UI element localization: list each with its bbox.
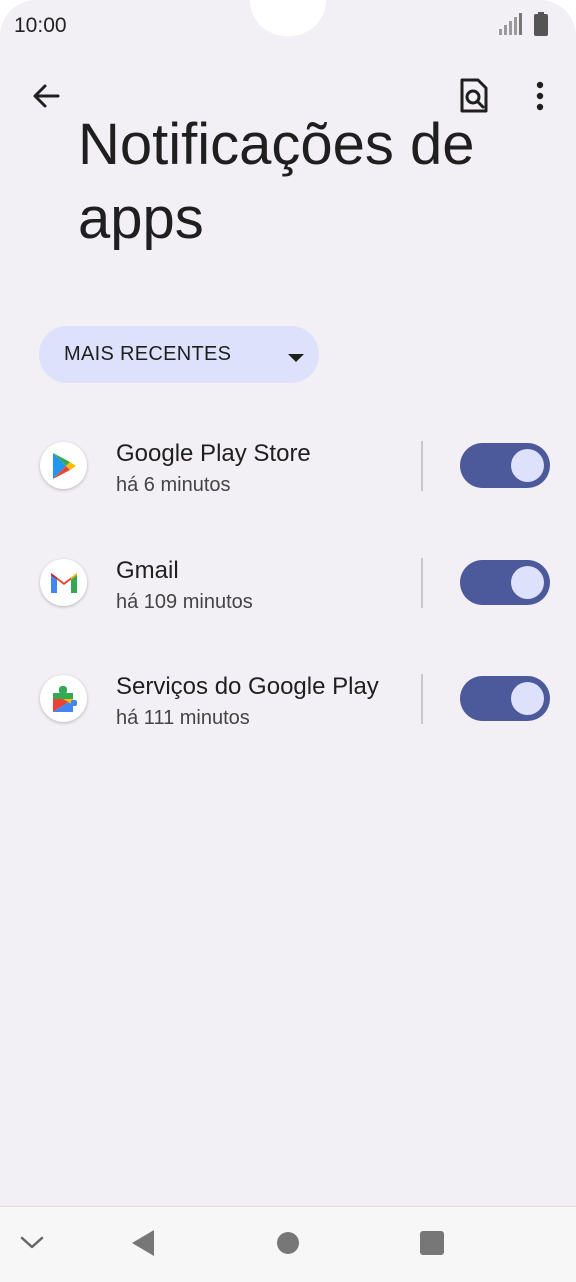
- app-time: há 6 minutos: [116, 474, 231, 496]
- sort-filter-dropdown[interactable]: MAIS RECENTES: [39, 326, 319, 383]
- app-row-google-play-services[interactable]: Serviços do Google Play há 111 minutos: [0, 648, 576, 748]
- app-row-gmail[interactable]: Gmail há 109 minutos: [0, 532, 576, 632]
- divider: [421, 558, 423, 608]
- notification-toggle-google-play-store[interactable]: [460, 443, 550, 488]
- chevron-down-icon: [20, 1236, 44, 1255]
- back-button[interactable]: [24, 76, 68, 120]
- signal-icon: [498, 12, 522, 40]
- google-play-services-icon: [40, 675, 87, 722]
- nav-back-button[interactable]: [119, 1221, 167, 1269]
- app-name: Google Play Store: [116, 440, 311, 467]
- app-time: há 111 minutos: [116, 707, 250, 729]
- divider: [421, 674, 423, 724]
- screen: 10:00 Notificações de apps MAIS RECENTES…: [0, 0, 576, 1282]
- toggle-knob: [511, 449, 544, 482]
- app-name: Gmail: [116, 557, 179, 584]
- google-play-store-icon: [40, 442, 87, 489]
- nav-home-button[interactable]: [264, 1221, 312, 1269]
- battery-icon: [534, 11, 548, 41]
- gmail-icon: [40, 559, 87, 606]
- toggle-knob: [511, 682, 544, 715]
- app-row-google-play-store[interactable]: Google Play Store há 6 minutos: [0, 415, 576, 515]
- divider: [421, 441, 423, 491]
- app-time: há 109 minutos: [116, 591, 253, 613]
- caret-down-icon: [287, 350, 305, 368]
- camera-notch: [250, 0, 326, 36]
- page-title: Notificações de apps: [78, 112, 475, 251]
- recents-square-icon: [420, 1230, 444, 1260]
- home-circle-icon: [276, 1231, 300, 1260]
- status-icons: [498, 11, 548, 41]
- app-name: Serviços do Google Play: [116, 673, 379, 700]
- notification-toggle-gmail[interactable]: [460, 560, 550, 605]
- arrow-left-icon: [31, 81, 61, 116]
- hide-keyboard-button[interactable]: [8, 1221, 56, 1269]
- sort-filter-label: MAIS RECENTES: [64, 343, 232, 365]
- navigation-bar: [0, 1206, 576, 1282]
- nav-recents-button[interactable]: [408, 1221, 456, 1269]
- notification-toggle-google-play-services[interactable]: [460, 676, 550, 721]
- back-triangle-icon: [131, 1229, 155, 1262]
- status-time: 10:00: [14, 14, 67, 37]
- toggle-knob: [511, 566, 544, 599]
